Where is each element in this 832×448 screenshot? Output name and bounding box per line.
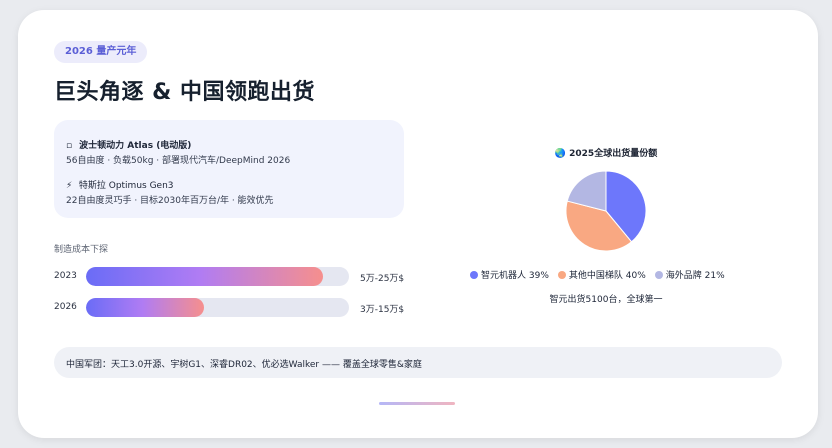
china-team-text: 中国军团：天工3.0开源、宇树G1、深睿DR02、优必选Walker —— 覆盖… (66, 360, 422, 370)
chart-title: 🌏 2025全球出货量份额 (506, 146, 706, 159)
cost-bar-fill-2026 (86, 298, 205, 317)
legend-label: 其他中国梯队 40% (568, 271, 646, 281)
chart-legend: 智元机器人 39% 其他中国梯队 40% 海外品牌 21% (470, 268, 734, 281)
atlas-name: 波士顿动力 Atlas (电动版) (79, 141, 192, 151)
atlas-name-row: ▫ 波士顿动力 Atlas (电动版) (66, 138, 191, 151)
chart-note: 智元出货5100台，全球第一 (549, 295, 663, 305)
cost-year-2023: 2023 (54, 271, 77, 281)
decorative-accent-line (379, 402, 455, 405)
legend-label: 海外品牌 21% (665, 271, 725, 281)
legend-swatch (654, 271, 663, 279)
chart-title-text: 2025全球出货量份额 (569, 149, 658, 159)
legend-swatch (470, 271, 478, 279)
cost-bar-2026 (86, 298, 349, 317)
robot-icon: ▫ (66, 141, 73, 151)
legend-label: 智元机器人 39% (481, 271, 549, 281)
cost-year-2026: 2026 (54, 302, 77, 312)
optimus-name-row: ⚡ 特斯拉 Optimus Gen3 (66, 178, 174, 191)
legend-swatch (557, 271, 566, 279)
robot-info-panel: ▫ 波士顿动力 Atlas (电动版) 56自由度 · 负载50kg · 部署现… (54, 120, 404, 218)
cost-bar-fill-2023 (86, 267, 323, 286)
china-team-banner: 中国军团：天工3.0开源、宇树G1、深睿DR02、优必选Walker —— 覆盖… (54, 347, 782, 378)
pie-svg (565, 170, 647, 252)
atlas-desc: 56自由度 · 负载50kg · 部署现代汽车/DeepMind 2026 (66, 156, 291, 166)
cost-bar-2023 (86, 267, 349, 286)
cost-section-label: 制造成本下探 (54, 245, 109, 255)
optimus-desc: 22自由度灵巧手 · 目标2030年百万台/年 · 能效优先 (66, 196, 274, 206)
cost-value-2026: 3万-15万$ (360, 305, 405, 315)
share-pie-chart (563, 168, 649, 254)
page-title: 巨头角逐 & 中国领跑出货 (54, 80, 316, 105)
legend-item-zhiyuan: 智元机器人 39% (470, 268, 549, 281)
legend-item-other-china: 其他中国梯队 40% (557, 268, 646, 281)
lightning-icon: ⚡ (66, 181, 73, 191)
optimus-name: 特斯拉 Optimus Gen3 (78, 181, 174, 191)
legend-item-overseas: 海外品牌 21% (654, 268, 725, 281)
cost-value-2023: 5万-25万$ (360, 274, 405, 284)
year-badge: 2026 量产元年 (54, 41, 148, 63)
globe-icon: 🌏 (554, 149, 566, 159)
